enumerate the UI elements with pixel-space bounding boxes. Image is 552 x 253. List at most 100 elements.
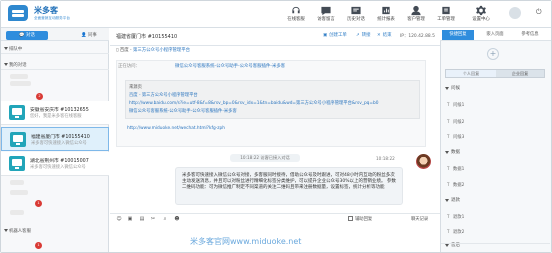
source-line[interactable]: 百度 - 第三方公众号小程序管理平台 bbox=[129, 92, 198, 98]
reply-category-greeting[interactable]: 问候 bbox=[441, 84, 550, 94]
text-icon: T bbox=[447, 214, 450, 219]
chat-history-link[interactable]: 聊天记录 bbox=[411, 216, 428, 222]
reply-item-label: 问候2 bbox=[453, 120, 465, 125]
my-conversations-section[interactable]: 我的对话 bbox=[1, 60, 109, 70]
end-button[interactable]: ✕ 结束 bbox=[377, 30, 391, 40]
page-breadcrumb: ▯ 百度 - 第三方公众号小程序管理平台 bbox=[116, 47, 190, 53]
scissors-icon[interactable]: ✂ bbox=[150, 216, 156, 222]
history-icon bbox=[351, 6, 361, 15]
conversation-start-time: 10:18:22 访客已接入对话 bbox=[230, 154, 300, 162]
caret-down-icon bbox=[445, 87, 449, 90]
agent-message-text: 米多客可快速接入微信公众号对接，多客服同时接待，借助公众号及时跟进，可对48小时… bbox=[182, 173, 396, 190]
create-ticket-button[interactable]: ▣ 创建工单 bbox=[323, 30, 347, 40]
reply-item-label: 退款2 bbox=[453, 230, 465, 235]
tab-colleagues-label: 同事 bbox=[88, 33, 97, 38]
customer-icon bbox=[411, 5, 421, 16]
nav-tickets[interactable]: 工单管理 bbox=[431, 3, 461, 27]
reply-item[interactable]: T 问候2 bbox=[441, 117, 550, 127]
breadcrumb-link[interactable]: 第三方公众号小程序管理平台 bbox=[133, 48, 190, 53]
category-label: 退款 bbox=[451, 198, 460, 203]
assist-reply-checkbox[interactable] bbox=[348, 216, 353, 221]
nav-online-service[interactable]: 在线客服 bbox=[281, 3, 311, 27]
nav-online-service-label: 在线客服 bbox=[287, 17, 305, 22]
app-subtitle: 全面营销互动服务平台 bbox=[34, 16, 70, 20]
screenshot-icon[interactable]: ⌕ bbox=[162, 216, 168, 222]
smile-icon[interactable]: ☺ bbox=[116, 216, 122, 222]
assist-reply-label: 辅助回复 bbox=[355, 217, 373, 222]
message-icon bbox=[321, 6, 331, 16]
chart-icon bbox=[382, 6, 390, 15]
caret-down-icon bbox=[445, 151, 449, 154]
caret-down-icon bbox=[445, 199, 449, 202]
visitor-avatar bbox=[9, 105, 25, 120]
user-icon: 👤 bbox=[81, 33, 87, 38]
logout-icon[interactable]: ⏻ bbox=[536, 8, 542, 17]
transfer-button[interactable]: ↗ 转接 bbox=[356, 30, 370, 40]
reply-item[interactable]: T 数据1 bbox=[441, 164, 550, 174]
source-line[interactable]: 微信公众号客服系统-公众号助手-公众号客服插件-米多客 bbox=[129, 108, 237, 114]
nav-settings[interactable]: 设置中心 bbox=[466, 3, 496, 27]
ticket-icon bbox=[442, 6, 450, 15]
tab-conversations-label: 对话 bbox=[26, 33, 35, 38]
reply-category-data[interactable]: 数据 bbox=[441, 148, 550, 158]
obscured-group-label bbox=[10, 190, 28, 195]
reply-item-label: 问候3 bbox=[453, 135, 465, 140]
tab-conversations[interactable]: 💬 对话 bbox=[6, 31, 48, 40]
panel-divider bbox=[441, 243, 550, 244]
folder-icon[interactable]: ▤ bbox=[139, 216, 145, 222]
text-icon: T bbox=[447, 119, 450, 124]
tab-personal-replies[interactable]: 个人回复 bbox=[446, 70, 496, 77]
image-icon[interactable]: ▣ bbox=[127, 216, 133, 222]
end-icon: ✕ bbox=[377, 32, 381, 38]
text-icon: T bbox=[447, 166, 450, 171]
reply-item[interactable]: T 退款1 bbox=[441, 212, 550, 222]
text-icon: T bbox=[447, 229, 450, 234]
conversation-item[interactable]: 湖北省荆州市 #10015007 米多客可快速接入微信公众号 bbox=[1, 152, 109, 176]
agent-message-bubble: 米多客可快速接入微信公众号对接，多客服同时接待，借助公众号及时跟进，可对48小时… bbox=[175, 167, 403, 205]
nav-history-chats[interactable]: 历史对话 bbox=[341, 3, 371, 27]
reply-item-label: 数据2 bbox=[453, 183, 465, 188]
conversation-preview: 米多客可快速接入微信公众号 bbox=[30, 165, 86, 170]
visiting-label: 正在访问： bbox=[118, 64, 140, 69]
reply-scope-tabs: 个人回复 企业回复 bbox=[445, 69, 545, 78]
tab-colleagues[interactable]: 👤 同事 bbox=[77, 31, 101, 40]
nav-customers-label: 客户管理 bbox=[407, 17, 425, 22]
source-url[interactable]: http://www.baidu.com/s?ie=utf-8&f=8&rsv_… bbox=[129, 100, 378, 106]
reply-item[interactable]: T 数据2 bbox=[441, 180, 550, 190]
reply-item[interactable]: T 问候1 bbox=[441, 100, 550, 110]
tab-reference-info[interactable]: 参考信息 bbox=[513, 30, 547, 40]
landing-link[interactable]: http://www.miduoke.net/wechat.html?kfg-z… bbox=[127, 126, 225, 131]
reply-item-label: 问候1 bbox=[453, 103, 465, 108]
ticket-icon: ▣ bbox=[323, 32, 328, 38]
transfer-icon: ↗ bbox=[356, 32, 360, 38]
agent-avatar[interactable] bbox=[509, 7, 521, 19]
reply-item-label: 退款1 bbox=[453, 215, 465, 220]
tab-embedded-page[interactable]: 嵌入页面 bbox=[478, 30, 512, 40]
add-reply-icon[interactable]: + bbox=[487, 48, 499, 60]
emoji-icon[interactable]: ☻ bbox=[174, 216, 180, 222]
reply-item-label: 数据1 bbox=[453, 167, 465, 172]
nav-customers[interactable]: 客户管理 bbox=[401, 3, 431, 27]
nav-history-chats-label: 历史对话 bbox=[347, 17, 365, 22]
tab-company-replies[interactable]: 企业回复 bbox=[496, 70, 544, 77]
robot-service-label: 机器人客服 bbox=[9, 229, 31, 234]
visiting-page-link[interactable]: 微信公众号客服系统-公众号助手-公众号客服插件-米多客 bbox=[175, 63, 285, 69]
reply-item[interactable]: T 退款2 bbox=[441, 227, 550, 237]
conversation-title: 湖北省荆州市 #10015007 bbox=[30, 159, 89, 164]
nav-reports[interactable]: 统计报表 bbox=[371, 3, 401, 27]
reply-item[interactable]: T 问候3 bbox=[441, 132, 550, 142]
tab-quick-reply[interactable]: 快捷回复 bbox=[442, 30, 474, 40]
visitor-avatar bbox=[9, 156, 25, 171]
nav-visitor-messages[interactable]: 访客留言 bbox=[311, 3, 341, 27]
queue-section[interactable]: 排队中 bbox=[1, 44, 109, 54]
nav-tickets-label: 工单管理 bbox=[437, 17, 455, 22]
conversation-item-selected[interactable]: 福建省厦门市 #10155410 米多客可快速接入微信公众号 bbox=[1, 127, 109, 151]
reply-category-refund[interactable]: 退款 bbox=[441, 196, 550, 206]
caret-down-icon bbox=[4, 63, 8, 66]
source-title: 来源页 bbox=[129, 85, 142, 90]
robot-service-section[interactable]: 机器人客服 bbox=[1, 226, 109, 236]
end-label: 结束 bbox=[382, 33, 392, 38]
conversation-item[interactable]: 安徽省安庆市 #10132655 您好，我是米多客在线客服 bbox=[1, 101, 109, 125]
breadcrumb-prefix: 百度 - bbox=[119, 48, 133, 53]
caret-down-icon bbox=[4, 229, 8, 232]
